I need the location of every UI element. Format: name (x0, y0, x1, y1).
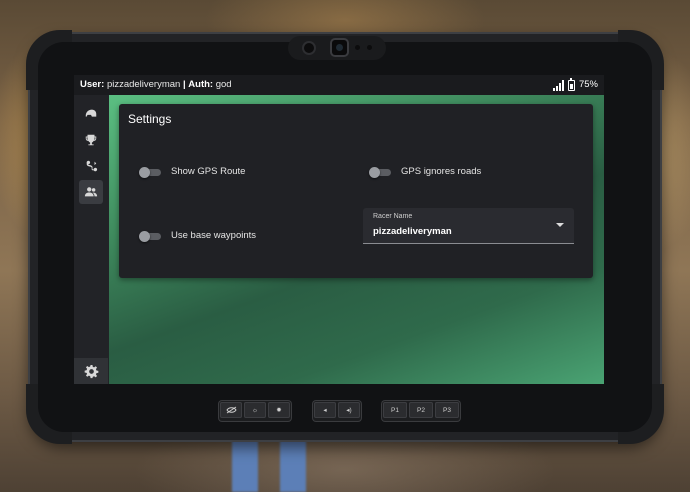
user-label: User: (80, 79, 105, 90)
status-separator: | (182, 79, 186, 90)
racer-name-select[interactable]: Racer Name pizzadeliveryman (363, 208, 574, 244)
main-content: Settings Show GPS Route GPS ignores road… (109, 95, 604, 384)
chevron-down-icon (556, 223, 564, 227)
hw-button-p2[interactable]: P2 (409, 402, 433, 418)
gear-icon (84, 364, 98, 378)
brightness-low-icon: ☼ (252, 406, 258, 414)
camera-bar (288, 36, 386, 60)
brightness-high-icon: ✹ (276, 407, 282, 414)
gps-ignores-roads-label: GPS ignores roads (401, 166, 482, 177)
sidebar-settings-button[interactable] (74, 358, 108, 384)
eye-off-icon (225, 406, 237, 414)
sidebar (74, 95, 109, 384)
hw-button-brightness-up[interactable]: ✹ (268, 402, 290, 418)
racer-name-label: Racer Name (373, 213, 413, 220)
page-title: Settings (128, 112, 172, 126)
use-base-waypoints-label: Use base waypoints (171, 230, 257, 241)
route-icon (86, 160, 98, 172)
users-icon (84, 187, 98, 197)
hw-button-p1[interactable]: P1 (383, 402, 407, 418)
battery-percent: 75% (578, 79, 598, 90)
tablet-screen: User: pizzadeliveryman | Auth: god 75% S… (74, 75, 604, 384)
show-gps-route-label: Show GPS Route (171, 166, 246, 177)
user-value: pizzadeliveryman (106, 79, 181, 90)
hw-button-brightness-down[interactable]: ☼ (244, 402, 266, 418)
auth-label: Auth: (188, 79, 214, 90)
status-bar: User: pizzadeliveryman | Auth: god 75% (74, 75, 604, 95)
hardware-buttons-group-2: ◂ ◂) (313, 401, 361, 421)
battery-icon (567, 77, 575, 91)
use-base-waypoints-toggle[interactable] (139, 230, 161, 242)
gps-ignores-roads-toggle[interactable] (369, 166, 391, 178)
hw-button-p3-label: P3 (443, 406, 451, 414)
volume-down-icon: ◂ (323, 407, 327, 414)
sidebar-item-tracks[interactable] (79, 154, 103, 178)
hw-button-p3[interactable]: P3 (435, 402, 459, 418)
sidebar-item-racing[interactable] (79, 102, 103, 126)
helmet-icon (85, 109, 97, 117)
hw-button-p1-label: P1 (391, 406, 399, 414)
trophy-icon (85, 134, 97, 146)
hw-button-volume-up[interactable]: ◂) (338, 402, 360, 418)
front-sensor-icon (304, 43, 314, 53)
sensor-dot-icon (355, 45, 360, 50)
user-info: User: pizzadeliveryman | Auth: god (80, 75, 232, 95)
show-gps-route-row: Show GPS Route (139, 166, 246, 178)
hw-button-hide[interactable] (220, 402, 242, 418)
sidebar-item-trophies[interactable] (79, 128, 103, 152)
hw-button-p2-label: P2 (417, 406, 425, 414)
hardware-buttons-group-1: ☼ ✹ (219, 401, 291, 421)
camera-icon (332, 40, 347, 55)
use-base-waypoints-row: Use base waypoints (139, 230, 257, 242)
hardware-buttons-group-3: P1 P2 P3 (382, 401, 460, 421)
auth-value: god (215, 79, 232, 90)
sidebar-item-racers[interactable] (79, 180, 103, 204)
sensor-dot-icon (367, 45, 372, 50)
settings-panel: Settings Show GPS Route GPS ignores road… (119, 104, 593, 278)
gps-ignores-roads-row: GPS ignores roads (369, 166, 482, 178)
racer-name-value: pizzadeliveryman (373, 226, 452, 237)
show-gps-route-toggle[interactable] (139, 166, 161, 178)
hw-button-volume-down[interactable]: ◂ (314, 402, 336, 418)
signal-icon (552, 79, 564, 91)
volume-up-icon: ◂) (346, 407, 352, 414)
